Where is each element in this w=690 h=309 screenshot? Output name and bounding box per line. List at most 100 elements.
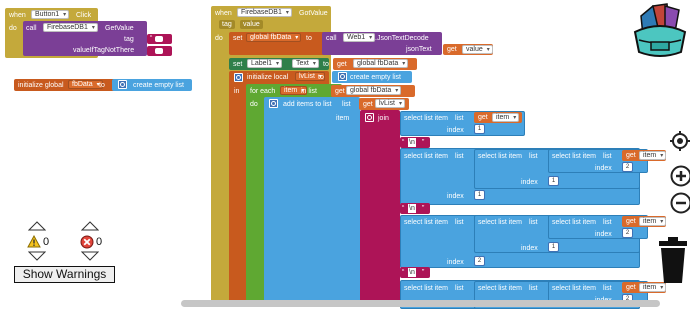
init-local-label: initialize local <box>247 74 289 81</box>
list-label: list <box>342 101 351 108</box>
number-block-2c[interactable]: 2 <box>622 162 633 172</box>
select-list-item-label-4c: select list item <box>552 285 596 292</box>
newline-open-quote-icon-2: “ <box>402 205 405 212</box>
button1-dropdown[interactable]: Button1 <box>31 10 70 19</box>
add-items-block[interactable] <box>264 97 360 306</box>
local-mutator-gear-icon[interactable] <box>234 73 243 82</box>
number-block-3[interactable]: 2 <box>474 256 485 266</box>
index-label-2b: index <box>521 179 538 186</box>
error-indicator[interactable]: 0 <box>78 221 108 261</box>
select-list-item-label-3b: select list item <box>478 219 522 226</box>
error-count: 0 <box>96 236 103 248</box>
firebasedb1-dropdown[interactable]: FirebaseDB1 <box>43 23 98 32</box>
number-block-2b[interactable]: 1 <box>548 176 559 186</box>
list-label-2c: list <box>603 153 612 160</box>
in-label: in <box>234 88 240 95</box>
create-empty-list-label: create empty list <box>133 82 184 89</box>
add-items-label: add items to list <box>283 101 332 108</box>
list-label-2b: list <box>529 153 538 160</box>
join-block[interactable] <box>360 110 400 306</box>
newline-value-1[interactable]: \n <box>408 138 416 147</box>
firebasedb1-event-dropdown[interactable]: FirebaseDB1 <box>237 8 292 17</box>
when-label-2: when <box>215 10 232 17</box>
global-fbdata-get-dropdown-2[interactable]: global fbData <box>346 86 402 95</box>
call-label-2: call <box>326 35 337 42</box>
index-label-3c: index <box>595 231 612 238</box>
lvlist-get-dropdown[interactable]: lvList <box>375 99 405 108</box>
add-items-gear-icon[interactable] <box>269 99 278 108</box>
do-label: do <box>9 25 17 32</box>
newline-value-2[interactable]: \n <box>408 204 416 213</box>
newline-open-quote-icon: “ <box>402 139 405 146</box>
mutator-gear-icon-2[interactable] <box>338 72 347 81</box>
backpack-icon[interactable] <box>631 2 689 60</box>
select-list-item-label-3c: select list item <box>552 219 596 226</box>
newline-value-3[interactable]: \n <box>408 268 416 277</box>
select-list-item-label-4b: select list item <box>478 285 522 292</box>
newline-close-quote-icon-3: ” <box>422 269 425 276</box>
select-list-item-label-2: select list item <box>404 153 448 160</box>
down-arrow-icon[interactable] <box>28 251 46 261</box>
select-list-item-label-1: select list item <box>404 115 448 122</box>
list-label-4: list <box>455 285 464 292</box>
item-get-dropdown-2[interactable]: item <box>639 151 667 160</box>
tag-param-label: tag <box>124 36 134 43</box>
text-input-empty-2[interactable] <box>155 48 163 54</box>
join-gear-icon[interactable] <box>365 113 374 122</box>
up-arrow-icon[interactable] <box>28 221 46 231</box>
do-label-3: do <box>250 101 258 108</box>
fbdata-name-field[interactable]: fbData <box>68 80 103 89</box>
get-label-6: get <box>626 152 636 159</box>
trash-icon[interactable] <box>657 237 689 285</box>
get-label-2: get <box>337 61 347 68</box>
call-label: call <box>26 25 37 32</box>
down-arrow-icon-2[interactable] <box>81 251 99 261</box>
to-label-4: to <box>318 74 324 81</box>
text-input-empty[interactable] <box>155 36 163 42</box>
click-label: Click <box>76 12 92 19</box>
index-label-2: index <box>447 193 464 200</box>
index-label-1: index <box>447 127 464 134</box>
zoom-in-icon[interactable] <box>670 165 690 187</box>
number-block-2[interactable]: 1 <box>474 190 485 200</box>
horizontal-scrollbar[interactable] <box>181 300 660 307</box>
item-get-dropdown-3[interactable]: item <box>639 217 667 226</box>
up-arrow-icon-2[interactable] <box>81 221 99 231</box>
param-value[interactable]: value <box>240 20 263 29</box>
warning-indicator[interactable]: 0 <box>25 221 55 261</box>
newline-close-quote-icon: ” <box>422 139 425 146</box>
list-label-1: list <box>455 115 464 122</box>
init-global-label: initialize global <box>18 82 64 89</box>
newline-close-quote-icon-2: ” <box>422 205 425 212</box>
list-label-3: list <box>455 219 464 226</box>
to-label: to <box>99 82 105 89</box>
mutator-gear-icon[interactable] <box>118 80 127 89</box>
warning-triangle-icon <box>27 235 41 248</box>
web1-dropdown[interactable]: Web1 <box>343 33 376 42</box>
item-get-dropdown-1[interactable]: item <box>492 113 520 122</box>
error-x-icon <box>80 235 94 249</box>
to-label-3: to <box>323 61 329 68</box>
global-fbdata-get-dropdown[interactable]: global fbData <box>353 59 409 68</box>
global-fbdata-dropdown[interactable]: global fbData <box>246 33 302 42</box>
zoom-out-icon[interactable] <box>670 192 690 214</box>
show-warnings-button[interactable]: Show Warnings <box>14 266 115 283</box>
value-if-param-label: valueIfTagNotThere <box>73 47 135 54</box>
text-property-dropdown[interactable]: Text <box>292 59 319 68</box>
to-label-2: to <box>306 35 312 42</box>
center-target-icon[interactable] <box>670 131 690 151</box>
list-label-3b: list <box>529 219 538 226</box>
number-block-3b[interactable]: 1 <box>548 242 559 252</box>
when-label: when <box>9 12 26 19</box>
number-block-1[interactable]: 1 <box>474 124 485 134</box>
param-tag[interactable]: tag <box>219 20 235 29</box>
index-label-3: index <box>447 259 464 266</box>
get-label-8: get <box>626 284 636 291</box>
value-var-dropdown[interactable]: value <box>462 45 493 54</box>
number-block-3c[interactable]: 2 <box>622 228 633 238</box>
label1-dropdown[interactable]: Label1 <box>247 59 283 68</box>
list-label-2: list <box>455 153 464 160</box>
jsontextdecode-label: .JsonTextDecode <box>375 35 429 42</box>
set-label: set <box>233 35 243 42</box>
get-label-7: get <box>626 218 636 225</box>
